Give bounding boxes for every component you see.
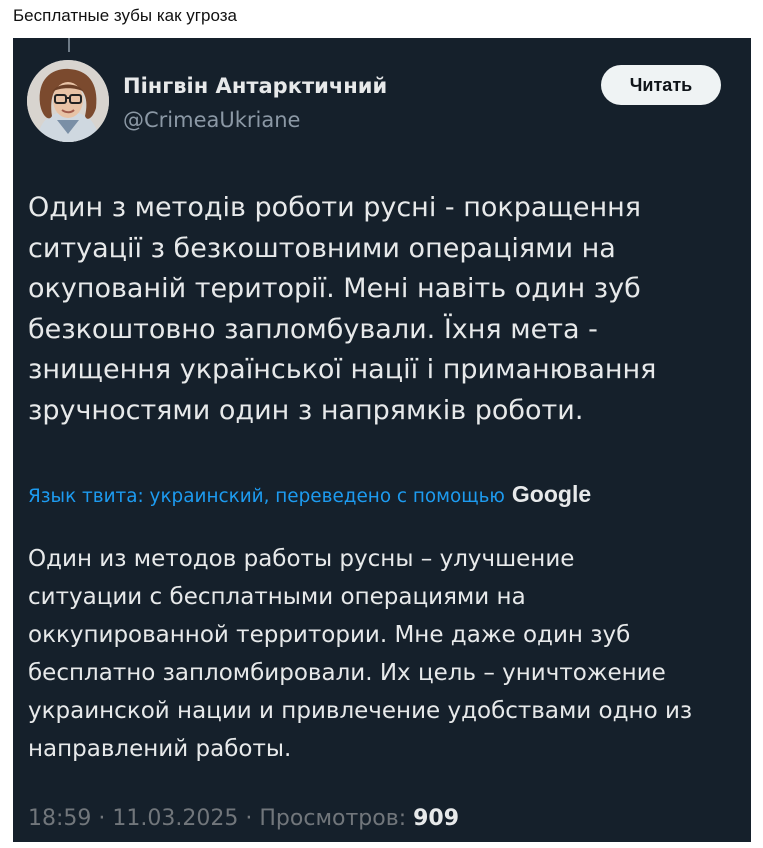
tweet-time[interactable]: 18:59 [28,806,91,831]
meta-separator: · [98,806,106,831]
translation-label[interactable]: Язык твита: украинский, переведено с пом… [28,486,505,507]
post-caption: Бесплатные зубы как угроза [13,6,237,25]
translation-notice[interactable]: Язык твита: украинский, переведено с пом… [28,481,591,508]
translated-text-line: ситуации с бесплатными операциями на [28,584,526,610]
translated-text-line: Один из методов работы русны – улучшение [28,546,575,572]
tweet-text-line: ситуації з безкоштовними операціями на [28,232,616,264]
follow-button[interactable]: Читать [601,65,721,105]
meta-separator: · [245,806,253,831]
thread-connector-line [68,38,70,52]
tweet-text-line: окупованій території. Мені навіть один з… [28,273,641,304]
tweet-text-line: безкоштовно запломбували. Їхня мета - [28,313,598,345]
google-logo: Google [511,481,592,507]
page: Бесплатные зубы как угроза Пінгвін Антар… [0,0,763,848]
author-name[interactable]: Пінгвін Антарктичний [123,74,387,98]
tweet-meta: 18:59 · 11.03.2025 · Просмотров: 909 [28,806,459,831]
tweet-text-line: знищення української нації і приманюванн… [28,354,657,385]
tweet-text-line: Один з методів роботи русні - покращення [28,192,641,223]
author-handle[interactable]: @CrimeaUkriane [123,108,300,132]
views-label: Просмотров: [259,806,407,831]
translated-text-line: украинской нации и привлечение удобствам… [28,698,693,724]
translated-text-line: направлений работы. [28,736,292,762]
translated-text-line: оккупированной территории. Мне даже один… [28,622,631,648]
views-count: 909 [413,806,460,831]
translated-text-line: бесплатно запломбировали. Их цель – унич… [28,660,666,686]
tweet-card: Пінгвін Антарктичний @CrimeaUkriane Чита… [13,38,751,842]
tweet-date[interactable]: 11.03.2025 [112,806,238,831]
translated-text: Один из методов работы русны – улучшение… [28,540,743,768]
tweet-text: Один з методів роботи русні - покращення… [28,188,728,431]
avatar-photo-icon [27,60,109,142]
author-avatar[interactable] [27,60,109,142]
tweet-text-line: зручностями один з напрямків роботи. [28,394,584,426]
